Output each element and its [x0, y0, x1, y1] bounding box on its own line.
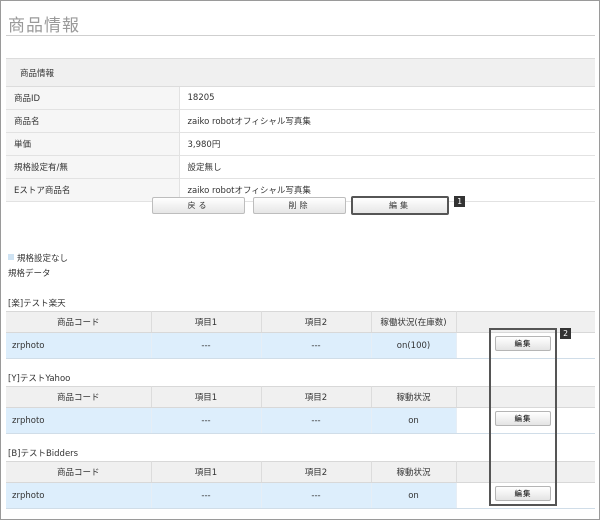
col-header-status: 稼動状況 — [371, 461, 457, 483]
info-value: 3,980円 — [179, 132, 595, 156]
annotation-marker-1: 1 — [454, 196, 465, 207]
cell-item2: --- — [261, 482, 372, 509]
page-title: 商品情報 — [8, 16, 80, 36]
cell-code: zrphoto — [6, 332, 152, 359]
edit-button[interactable]: 編集 — [351, 196, 449, 215]
product-info-table: 商品情報 商品ID 18205 商品名 zaiko robotオフィシャル写真集… — [6, 58, 595, 202]
info-label: 規格設定有/無 — [6, 155, 180, 179]
info-value: 18205 — [179, 86, 595, 110]
col-header-item1: 項目1 — [151, 461, 262, 483]
info-row-id: 商品ID 18205 — [6, 86, 595, 110]
info-row-spec: 規格設定有/無 設定無し — [6, 155, 595, 179]
cell-status: on(100) — [371, 332, 457, 359]
annotation-highlight-box — [489, 328, 557, 506]
back-button[interactable]: 戻る — [152, 197, 245, 214]
cell-item1: --- — [151, 482, 262, 509]
col-header-item2: 項目2 — [261, 386, 372, 408]
info-row-name: 商品名 zaiko robotオフィシャル写真集 — [6, 109, 595, 133]
spec-note-text: 規格設定なし — [17, 254, 69, 264]
square-bullet-icon — [8, 254, 14, 260]
annotation-marker-2: 2 — [560, 328, 571, 339]
cell-code: zrphoto — [6, 407, 152, 434]
delete-button[interactable]: 削除 — [253, 197, 346, 214]
col-header-code: 商品コード — [6, 386, 152, 408]
page-frame: 商品情報 商品情報 商品ID 18205 商品名 zaiko robotオフィシ… — [0, 0, 600, 520]
info-label: 商品ID — [6, 86, 180, 110]
cell-item1: --- — [151, 332, 262, 359]
spec-note: 規格設定なし — [8, 252, 68, 264]
info-header-row: 商品情報 — [6, 58, 595, 87]
col-header-code: 商品コード — [6, 461, 152, 483]
cell-code: zrphoto — [6, 482, 152, 509]
col-header-item2: 項目2 — [261, 311, 372, 333]
cell-item1: --- — [151, 407, 262, 434]
col-header-status: 稼働状況(在庫数) — [371, 311, 457, 333]
col-header-item2: 項目2 — [261, 461, 372, 483]
info-label: 商品名 — [6, 109, 180, 133]
col-header-item1: 項目1 — [151, 311, 262, 333]
info-header: 商品情報 — [6, 58, 595, 87]
store-name-yahoo: [Y]テストYahoo — [8, 374, 71, 384]
col-header-item1: 項目1 — [151, 386, 262, 408]
col-header-status: 稼動状況 — [371, 386, 457, 408]
info-label: 単価 — [6, 132, 180, 156]
store-name-bidders: [B]テストBidders — [8, 449, 79, 459]
title-divider — [6, 35, 595, 36]
info-value: zaiko robotオフィシャル写真集 — [179, 109, 595, 133]
cell-status: on — [371, 482, 457, 509]
info-value: 設定無し — [179, 155, 595, 179]
cell-item2: --- — [261, 332, 372, 359]
info-row-price: 単価 3,980円 — [6, 132, 595, 156]
cell-status: on — [371, 407, 457, 434]
col-header-code: 商品コード — [6, 311, 152, 333]
cell-item2: --- — [261, 407, 372, 434]
store-name-rakuten: [楽]テスト楽天 — [8, 299, 66, 309]
spec-data-label: 規格データ — [8, 269, 51, 279]
